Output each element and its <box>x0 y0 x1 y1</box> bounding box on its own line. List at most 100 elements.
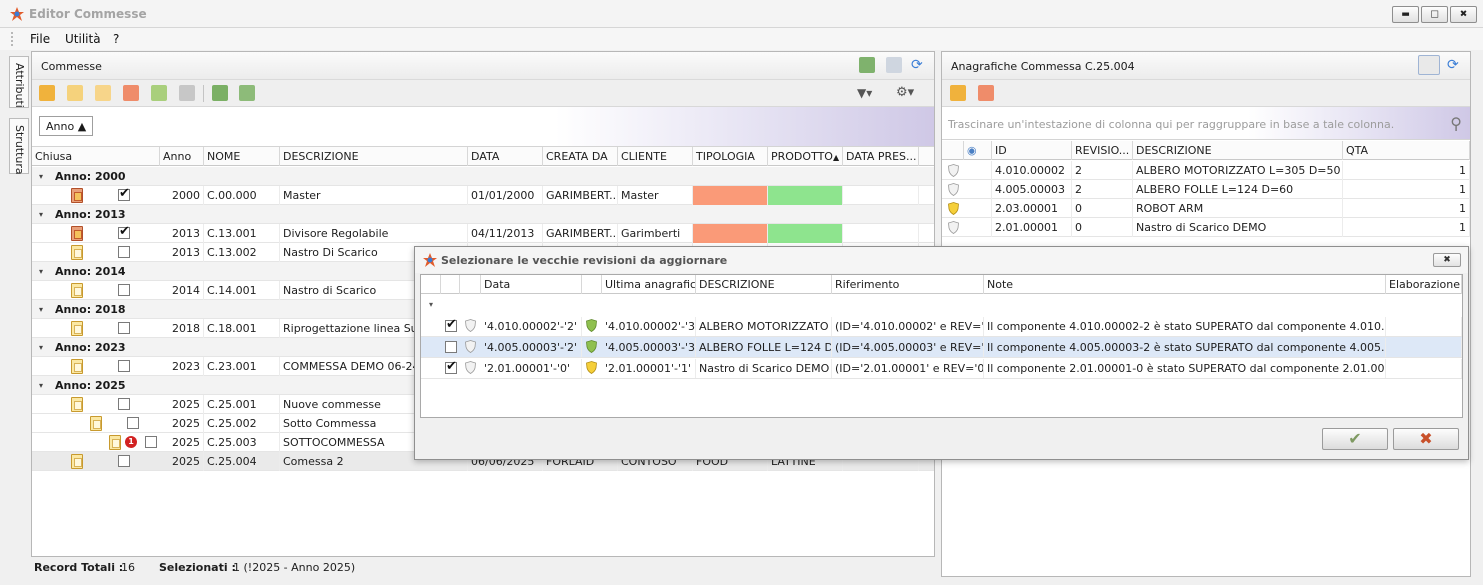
remove-anagrafica-icon[interactable] <box>978 85 994 101</box>
new-subcommessa-icon[interactable] <box>67 85 83 101</box>
col-check[interactable] <box>441 275 460 294</box>
archive-commessa-icon[interactable] <box>179 85 195 101</box>
menu-help[interactable]: ? <box>113 32 119 46</box>
collapse-icon[interactable]: ▾ <box>39 381 43 390</box>
minimize-button[interactable]: ▬ <box>1392 6 1419 23</box>
cancel-button[interactable]: ✖ <box>1393 428 1459 450</box>
chiusa-checkbox[interactable] <box>118 284 130 296</box>
cell-anno: 2014 <box>160 281 204 300</box>
cell-prodotto <box>768 224 843 243</box>
table-row[interactable]: 2.01.00001 0 Nastro di Scarico DEMO 1 <box>942 218 1470 237</box>
group-row[interactable]: ▾ Anno: 2000 <box>32 167 934 186</box>
chiusa-checkbox[interactable] <box>118 398 130 410</box>
col-nome[interactable]: NOME <box>204 147 280 166</box>
col-data-pres[interactable]: DATA PRES... <box>843 147 919 166</box>
menu-grip[interactable] <box>11 32 15 46</box>
table-row[interactable]: '2.01.00001'-'0' '2.01.00001'-'1'Nastro d… <box>421 358 1462 379</box>
col-riferimento[interactable]: Riferimento <box>832 275 984 294</box>
col-shield2[interactable] <box>582 275 602 294</box>
menu-utilita[interactable]: Utilità <box>65 32 101 46</box>
settings-gear-icon[interactable]: ⚙▾ <box>896 85 914 101</box>
group-row[interactable]: ▾ Anno: 2013 <box>32 205 934 224</box>
print-preview-icon[interactable] <box>886 57 902 73</box>
table-row[interactable]: 2013C.13.001Divisore Regolabile04/11/201… <box>32 224 934 243</box>
refresh-icon[interactable]: ⟳ <box>911 57 927 73</box>
edit-commessa-icon[interactable] <box>95 85 111 101</box>
cell-data: 01/01/2000 <box>468 186 543 205</box>
cell-cliente: Master <box>618 186 693 205</box>
status-shield-icon <box>948 202 959 215</box>
col-cliente[interactable]: CLIENTE <box>618 147 693 166</box>
toolbar-separator <box>203 85 204 102</box>
col-descrizione[interactable]: DESCRIZIONE <box>1133 141 1343 160</box>
col-qta[interactable]: QTA <box>1343 141 1470 160</box>
col-chiusa[interactable]: Chiusa <box>32 147 160 166</box>
col-ultima-anagrafica[interactable]: Ultima anagrafica <box>602 275 696 294</box>
cell-anno: 2013 <box>160 224 204 243</box>
group-chip-anno[interactable]: Anno ▲ <box>39 116 94 136</box>
table-row[interactable]: 2000C.00.000Master01/01/2000GARIMBERT...… <box>32 186 934 205</box>
expand-all-icon[interactable] <box>212 85 228 101</box>
chiusa-checkbox[interactable] <box>118 246 130 258</box>
col-tipologia[interactable]: TIPOLOGIA <box>693 147 768 166</box>
refresh-icon[interactable]: ⟳ <box>1447 57 1463 73</box>
copy-commessa-icon[interactable] <box>151 85 167 101</box>
col-creata-da[interactable]: CREATA DA <box>543 147 618 166</box>
collapse-icon[interactable]: ▾ <box>39 343 43 352</box>
cell-anno: 2025 <box>160 395 204 414</box>
col-note[interactable]: Note <box>984 275 1386 294</box>
col-anno[interactable]: Anno <box>160 147 204 166</box>
delete-commessa-icon[interactable] <box>123 85 139 101</box>
group-panel[interactable]: Anno ▲ <box>32 107 934 147</box>
close-button[interactable]: ✖ <box>1450 6 1477 23</box>
collapse-icon[interactable]: ▾ <box>39 305 43 314</box>
col-shield[interactable] <box>460 275 481 294</box>
chiusa-checkbox[interactable] <box>118 186 130 201</box>
row-checkbox[interactable] <box>445 341 457 353</box>
col-descrizione[interactable]: DESCRIZIONE <box>696 275 832 294</box>
row-checkbox[interactable] <box>445 359 457 374</box>
chiusa-checkbox[interactable] <box>118 224 130 239</box>
col-id[interactable]: ID <box>992 141 1072 160</box>
dialog-close-button[interactable]: ✖ <box>1433 253 1461 267</box>
ok-button[interactable]: ✔ <box>1322 428 1388 450</box>
chiusa-checkbox[interactable] <box>118 322 130 334</box>
table-row[interactable]: '4.005.00003'-'2' '4.005.00003'-'3' ALBERO… <box>421 337 1462 358</box>
tab-attributi[interactable]: Attributi <box>9 56 29 108</box>
group-panel[interactable]: Trascinare un'intestazione di colonna qu… <box>942 107 1470 140</box>
new-commessa-icon[interactable] <box>39 85 55 101</box>
collapse-icon[interactable]: ▾ <box>39 172 43 181</box>
collapse-icon[interactable]: ▾ <box>39 210 43 219</box>
col-descrizione[interactable]: DESCRIZIONE <box>280 147 468 166</box>
tab-attributi-label: Attributi <box>13 63 26 108</box>
collapse-icon[interactable]: ▾ <box>39 267 43 276</box>
table-row[interactable]: 2.03.00001 0 ROBOT ARM 1 <box>942 199 1470 218</box>
chiusa-checkbox[interactable] <box>127 417 139 429</box>
col-data[interactable]: Data <box>481 275 582 294</box>
group-collapse-icon[interactable]: ▾ <box>429 300 433 309</box>
pin-icon[interactable] <box>1418 55 1440 75</box>
filter-icon[interactable]: ▼▾ <box>857 85 873 101</box>
add-anagrafica-icon[interactable] <box>950 85 966 101</box>
col-data[interactable]: DATA <box>468 147 543 166</box>
menu-file[interactable]: File <box>30 32 50 46</box>
maximize-button[interactable]: □ <box>1421 6 1448 23</box>
row-checkbox[interactable] <box>445 317 457 332</box>
col-status[interactable] <box>942 141 964 160</box>
col-elaborazione[interactable]: Elaborazione <box>1386 275 1462 294</box>
record-totali-label: Record Totali : <box>34 561 124 574</box>
table-row[interactable]: 4.010.00002 2 ALBERO MOTORIZZATO L=305 D=5… <box>942 161 1470 180</box>
chiusa-checkbox[interactable] <box>145 436 157 448</box>
export-icon[interactable] <box>859 57 875 73</box>
col-revisione[interactable]: REVISIO... <box>1072 141 1133 160</box>
col-prodotto[interactable]: PRODOTTO▲ <box>768 147 843 166</box>
chiusa-checkbox[interactable] <box>118 360 130 372</box>
search-icon[interactable]: ⚲ <box>1450 114 1462 133</box>
chiusa-checkbox[interactable] <box>118 455 130 467</box>
cell-id: 4.005.00003 <box>992 180 1072 199</box>
table-row[interactable]: 4.005.00003 2 ALBERO FOLLE L=124 D=60 1 <box>942 180 1470 199</box>
table-row[interactable]: '4.010.00002'-'2' '4.010.00002'-'3'ALBERO… <box>421 316 1462 337</box>
col-image[interactable]: ◉ <box>964 141 992 160</box>
tab-struttura[interactable]: Struttura <box>9 118 29 175</box>
collapse-all-icon[interactable] <box>239 85 255 101</box>
